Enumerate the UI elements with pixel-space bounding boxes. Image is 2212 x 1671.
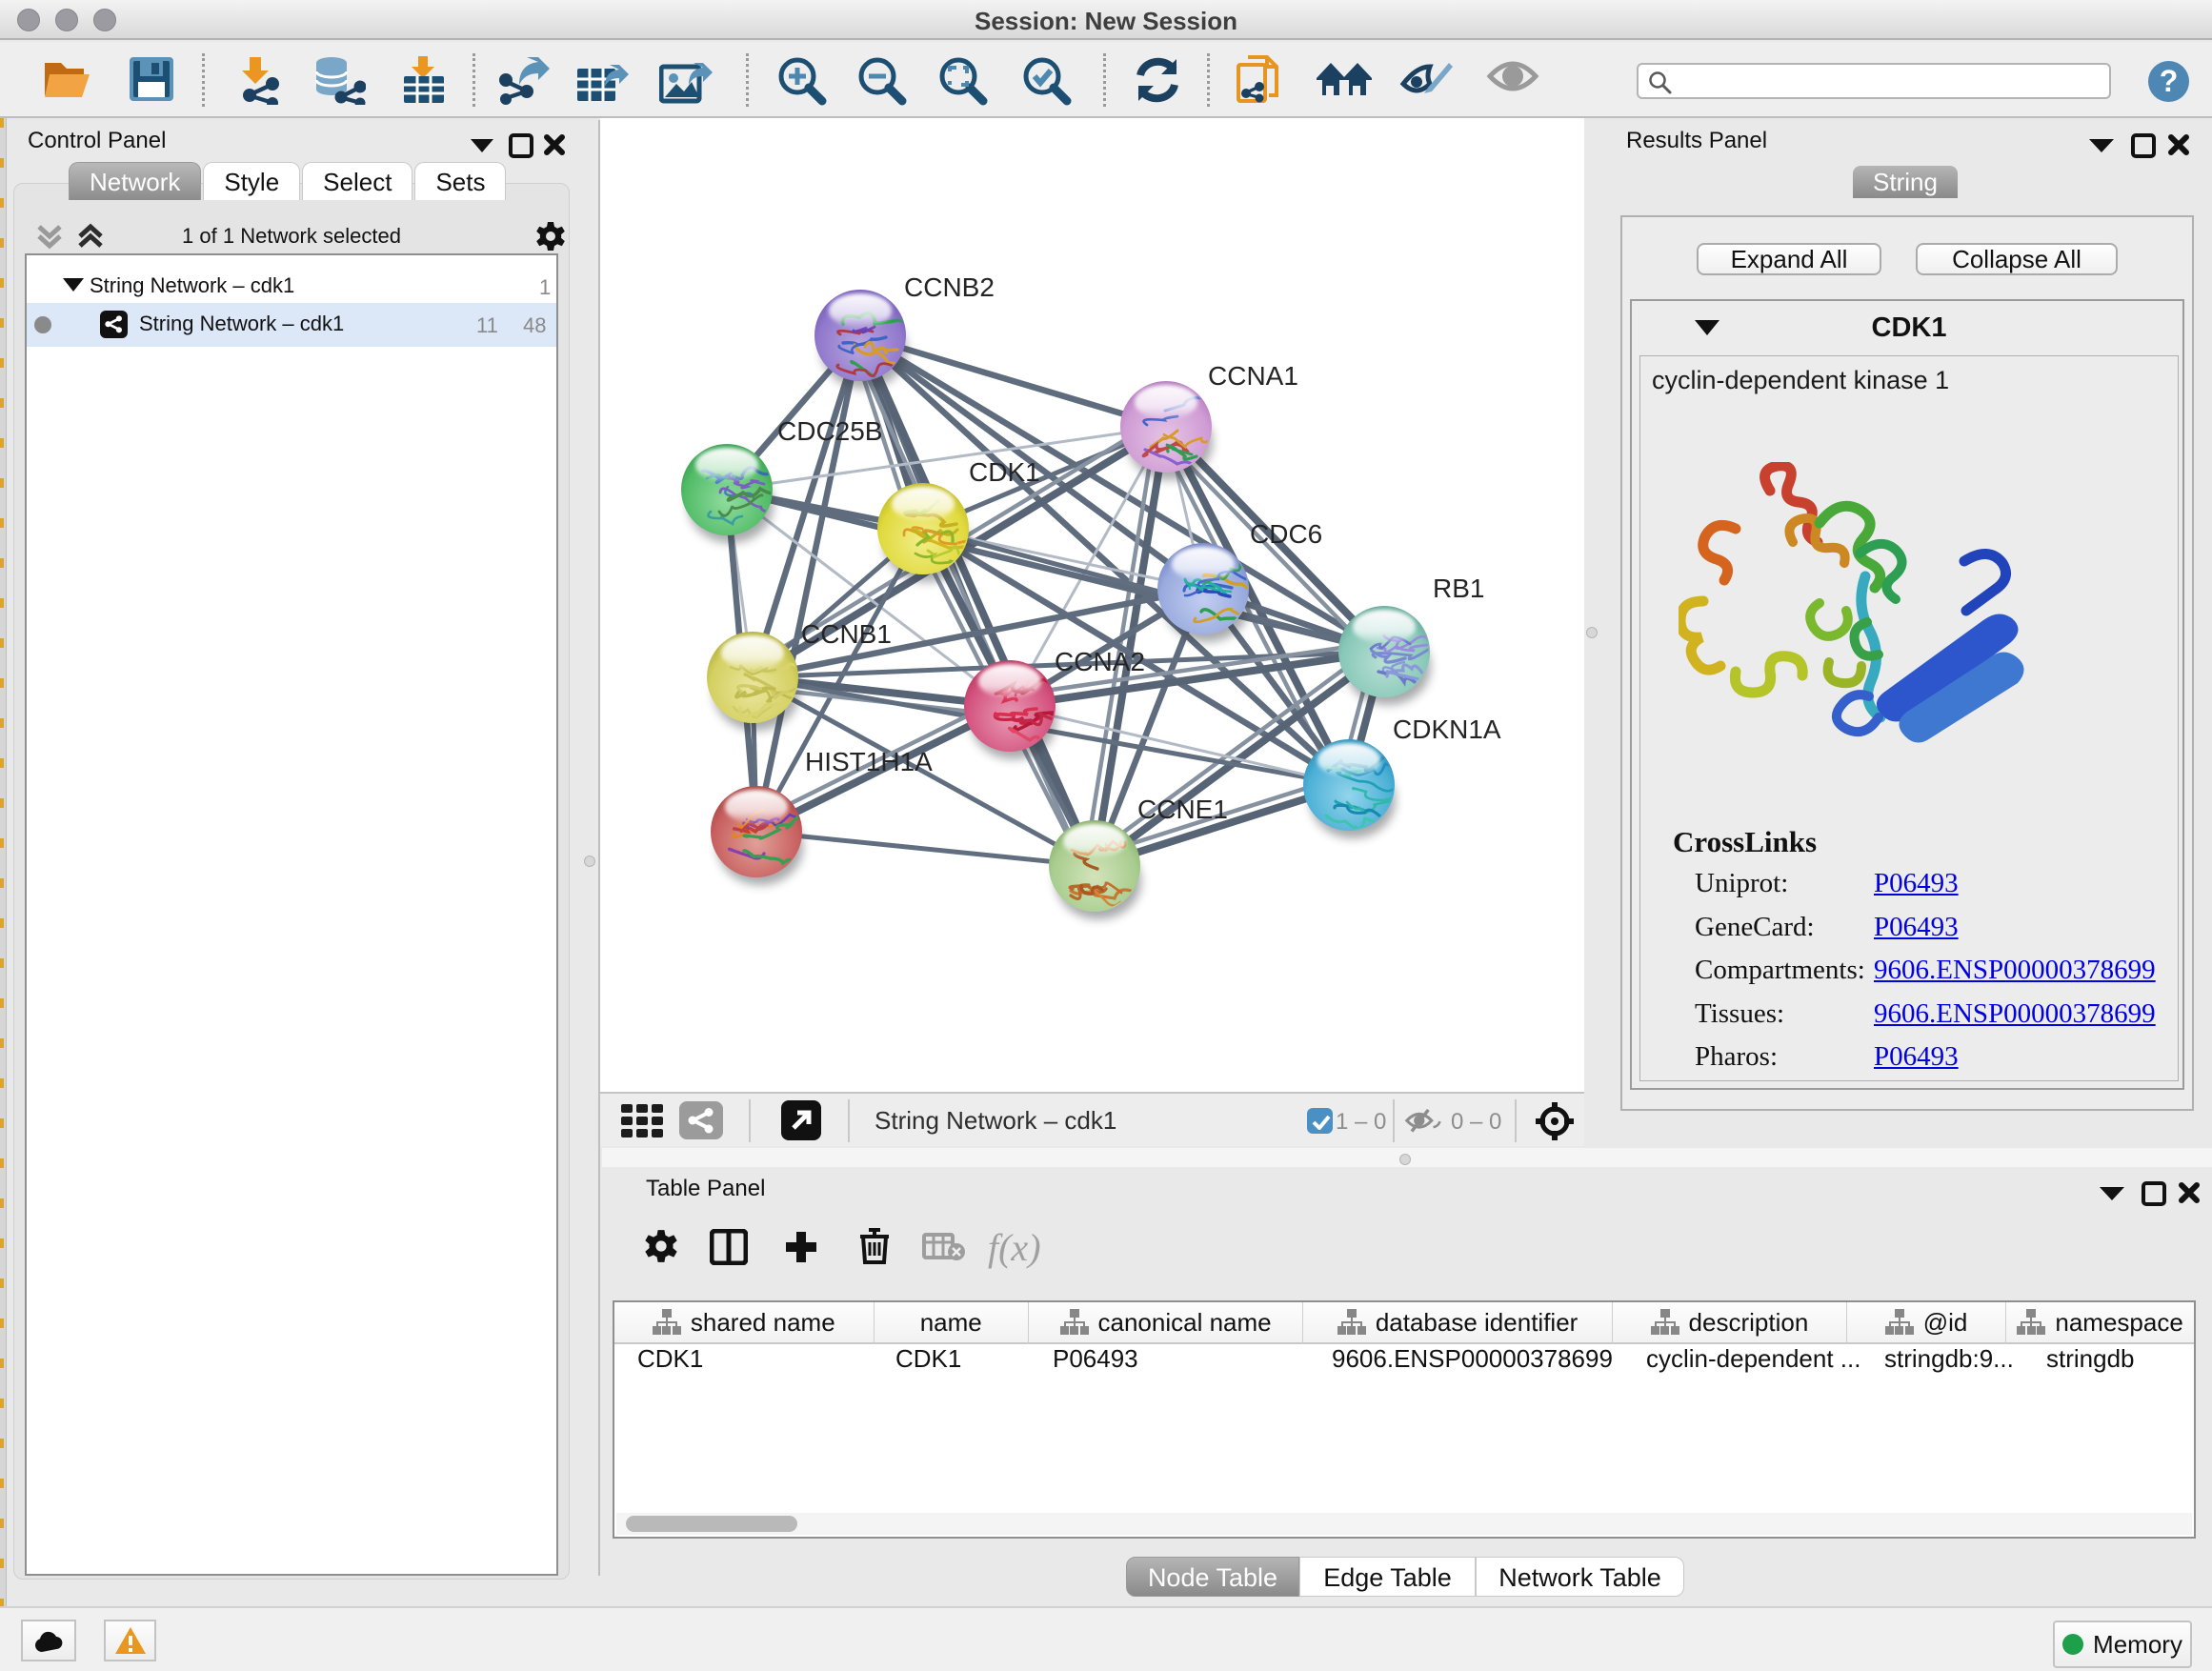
svg-text:RB1: RB1: [1433, 574, 1484, 603]
svg-text:CCNB2: CCNB2: [904, 272, 995, 302]
svg-text:CCNA1: CCNA1: [1208, 361, 1298, 391]
svg-text:CCNA2: CCNA2: [1055, 647, 1145, 676]
svg-text:CDC6: CDC6: [1250, 519, 1322, 549]
svg-text:CDK1: CDK1: [969, 457, 1040, 487]
svg-text:HIST1H1A: HIST1H1A: [805, 747, 933, 776]
svg-text:CDKN1A: CDKN1A: [1393, 715, 1501, 744]
svg-text:CCNB1: CCNB1: [801, 619, 892, 649]
svg-text:CCNE1: CCNE1: [1137, 795, 1228, 824]
svg-text:CDC25B: CDC25B: [777, 416, 882, 446]
